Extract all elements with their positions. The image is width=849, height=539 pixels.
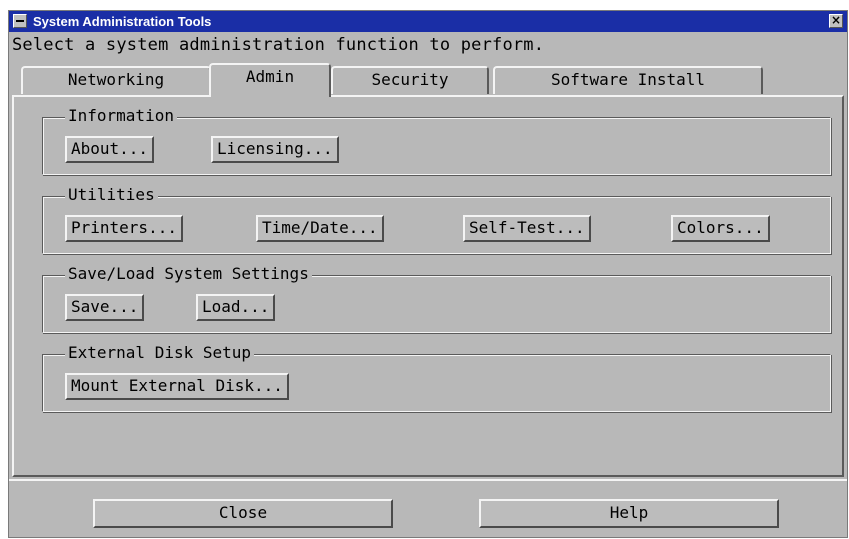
external-disk-setup-group: External Disk Setup Mount External Disk.… [42,343,831,412]
save-load-settings-group: Save/Load System Settings Save... Load..… [42,264,831,333]
tab-label: Software Install [550,70,706,89]
tab-label: Admin [245,67,295,86]
group-title-save-load: Save/Load System Settings [65,264,312,284]
colors-button[interactable]: Colors... [671,215,770,242]
help-button[interactable]: Help [479,499,779,528]
admin-tab-panel: Information About... Licensing... Utilit… [12,95,844,477]
group-title-external-disk: External Disk Setup [65,343,255,363]
licensing-button[interactable]: Licensing... [211,136,339,163]
time-date-button[interactable]: Time/Date... [256,215,384,242]
save-button[interactable]: Save... [65,294,145,321]
window-title: System Administration Tools [33,14,212,29]
tab-admin[interactable]: Admin [209,63,331,97]
tab-software-install[interactable]: Software Install [493,66,763,94]
group-title-information: Information [65,106,177,126]
utilities-group: Utilities Printers... Time/Date... Self-… [42,185,831,254]
tab-security[interactable]: Security [331,66,489,94]
window-menu-icon[interactable] [13,14,27,28]
close-icon[interactable]: × [829,14,843,28]
title-bar[interactable]: System Administration Tools × [9,11,847,32]
tab-label: Networking [67,70,165,89]
tab-networking[interactable]: Networking [21,66,211,94]
about-button[interactable]: About... [65,136,155,163]
instruction-text: Select a system administration function … [12,35,545,55]
close-button[interactable]: Close [93,499,393,528]
group-title-utilities: Utilities [65,185,158,205]
dialog-footer: Close Help [9,479,847,537]
load-button[interactable]: Load... [196,294,276,321]
mount-external-disk-button[interactable]: Mount External Disk... [65,373,289,400]
information-group: Information About... Licensing... [42,106,831,175]
tab-label: Security [371,70,449,89]
printers-button[interactable]: Printers... [65,215,183,242]
self-test-button[interactable]: Self-Test... [463,215,591,242]
system-admin-window: System Administration Tools × Select a s… [8,10,848,538]
